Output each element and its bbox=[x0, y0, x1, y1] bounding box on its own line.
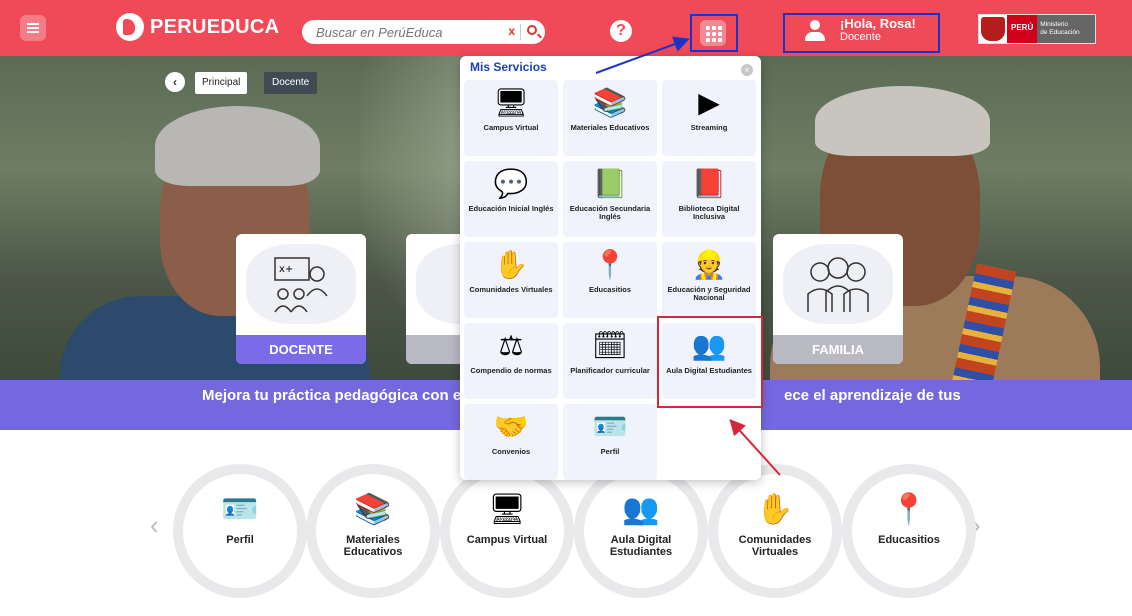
red-annotation-arrow bbox=[729, 419, 781, 476]
blue-annotation-arrow bbox=[595, 36, 690, 74]
annotation-arrows bbox=[595, 36, 781, 476]
